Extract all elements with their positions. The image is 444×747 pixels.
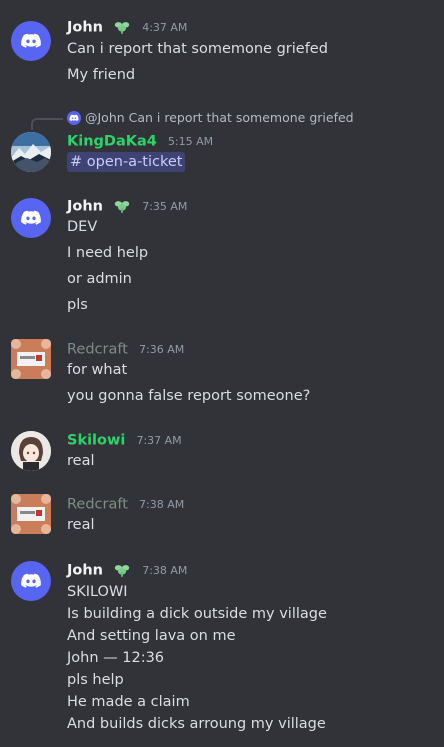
- message-group: John 7:35 AM DEV I need help or admin pl…: [0, 196, 444, 321]
- message-text: And setting lava on me: [67, 628, 236, 644]
- message-group: John 4:37 AM Can i report that somemone …: [0, 17, 444, 89]
- avatar[interactable]: [11, 132, 51, 172]
- anime-avatar-icon: [11, 431, 51, 471]
- message-text: SKILOWI: [67, 584, 128, 600]
- redcraft-avatar-icon: [11, 494, 51, 534]
- message-text: Can i report that somemone griefed: [67, 41, 328, 57]
- message-header: Redcraft 7:38 AM: [67, 494, 184, 514]
- message-text: real: [67, 453, 95, 469]
- message-group: @John Can i report that somemone griefed…: [0, 108, 444, 178]
- message-text: He made a claim: [67, 694, 190, 710]
- reply-text: @John Can i report that somemone griefed: [85, 110, 354, 125]
- timestamp[interactable]: 7:37 AM: [136, 434, 181, 447]
- reply-preview[interactable]: @John Can i report that somemone griefed: [67, 108, 354, 128]
- leaf-badge-icon[interactable]: [113, 563, 131, 578]
- message-text: John — 12:36: [67, 650, 165, 666]
- message-text: you gonna false report someone?: [67, 388, 311, 404]
- message-group: Skilowi 7:37 AM real: [0, 430, 444, 475]
- message-header: John 7:35 AM: [67, 196, 187, 216]
- redcraft-avatar-icon: [11, 339, 51, 379]
- message-list: John 4:37 AM Can i report that somemone …: [0, 0, 444, 747]
- avatar[interactable]: [11, 339, 51, 379]
- timestamp[interactable]: 7:38 AM: [139, 498, 184, 511]
- timestamp[interactable]: 7:38 AM: [142, 564, 187, 577]
- message-group: John 7:38 AM SKILOWI Is building a dick …: [0, 560, 444, 740]
- message-header: John 7:38 AM: [67, 560, 187, 580]
- timestamp[interactable]: 7:35 AM: [142, 200, 187, 213]
- discord-logo-icon: [69, 114, 79, 121]
- message-text: My friend: [67, 67, 136, 83]
- avatar[interactable]: [11, 494, 51, 534]
- reply-avatar: [67, 110, 81, 125]
- discord-logo-icon: [21, 573, 41, 588]
- author-name[interactable]: John: [67, 199, 103, 215]
- discord-logo-icon: [21, 210, 41, 225]
- message-header: John 4:37 AM: [67, 17, 187, 37]
- timestamp[interactable]: 5:15 AM: [168, 135, 213, 148]
- message-group: Redcraft 7:38 AM real: [0, 494, 444, 539]
- timestamp[interactable]: 7:36 AM: [139, 343, 184, 356]
- channel-mention[interactable]: # open-a-ticket: [67, 152, 186, 172]
- mountain-avatar-icon: [11, 132, 51, 172]
- author-name[interactable]: KingDaKa4: [67, 134, 157, 150]
- message-header: Skilowi 7:37 AM: [67, 430, 182, 450]
- message-header: Redcraft 7:36 AM: [67, 339, 184, 359]
- message-text: or admin: [67, 271, 132, 287]
- message-text: real: [67, 517, 95, 533]
- avatar[interactable]: [11, 431, 51, 471]
- author-name[interactable]: Redcraft: [67, 342, 128, 358]
- message-text: And builds dicks arroung my village: [67, 716, 326, 732]
- message-text: pls: [67, 297, 88, 313]
- reply-spine: [31, 118, 63, 130]
- leaf-badge-icon[interactable]: [113, 199, 131, 214]
- author-name[interactable]: Redcraft: [67, 497, 128, 513]
- avatar[interactable]: [11, 198, 51, 238]
- message-header: KingDaKa4 5:15 AM: [67, 131, 213, 151]
- message-text: pls help: [67, 672, 124, 688]
- message-text: for what: [67, 362, 128, 378]
- message-group: Redcraft 7:36 AM for what you gonna fals…: [0, 339, 444, 409]
- author-name[interactable]: John: [67, 20, 103, 36]
- leaf-badge-icon[interactable]: [113, 20, 131, 35]
- message-text: Is building a dick outside my village: [67, 606, 327, 622]
- discord-logo-icon: [21, 33, 41, 48]
- author-name[interactable]: John: [67, 563, 103, 579]
- timestamp[interactable]: 4:37 AM: [142, 21, 187, 34]
- avatar[interactable]: [11, 561, 51, 601]
- avatar[interactable]: [11, 21, 51, 61]
- message-text: DEV: [67, 219, 98, 235]
- author-name[interactable]: Skilowi: [67, 433, 125, 449]
- message-text: # open-a-ticket: [67, 152, 186, 172]
- message-text: I need help: [67, 245, 149, 261]
